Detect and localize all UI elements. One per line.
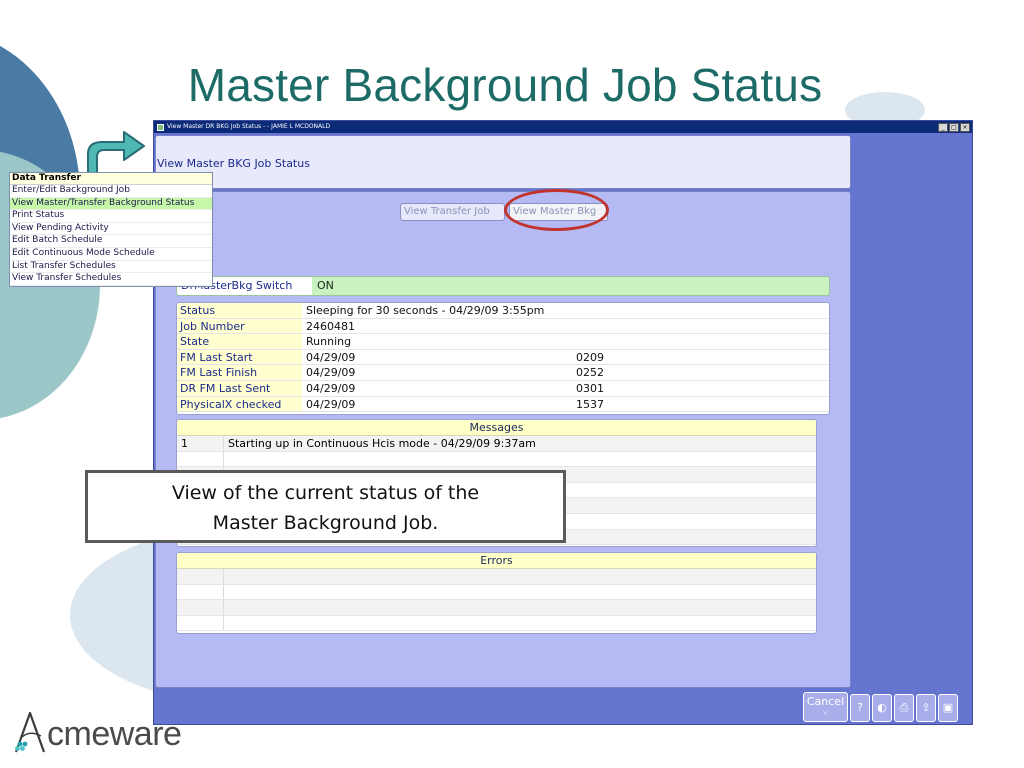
- status-value: Sleeping for 30 seconds - 04/29/09 3:55p…: [306, 304, 545, 317]
- cancel-label: Cancel: [806, 695, 845, 708]
- page-title: View Master BKG Job Status: [157, 157, 310, 170]
- footer-buttons: Cancel ✕ ? ◐ ⎙ ⇪ ▣: [803, 692, 958, 722]
- status-value: 04/29/09: [306, 381, 356, 395]
- list-item[interactable]: [177, 615, 816, 632]
- table-row: Job Number 2460481: [177, 318, 829, 335]
- menu-item-list-schedules[interactable]: List Transfer Schedules: [10, 261, 212, 274]
- list-item[interactable]: [177, 451, 816, 468]
- curved-arrow-icon: [87, 131, 145, 177]
- cancel-button[interactable]: Cancel ✕: [803, 692, 848, 722]
- switch-row: DrMasterBkg Switch ON: [176, 276, 830, 296]
- status-value: 2460481: [306, 319, 355, 333]
- table-row: Status Sleeping for 30 seconds - 04/29/09…: [177, 303, 829, 319]
- status-label: DR FM Last Sent: [177, 380, 302, 396]
- errors-header: Errors: [177, 553, 816, 569]
- status-value: Running: [306, 335, 352, 349]
- menu-item-print-status[interactable]: Print Status: [10, 210, 212, 223]
- status-value: 04/29/09: [306, 397, 356, 411]
- errors-rows: [177, 569, 816, 632]
- message-text: Starting up in Continuous Hcis mode - 04…: [228, 437, 536, 450]
- data-transfer-menu: Data Transfer Enter/Edit Background Job …: [9, 172, 213, 287]
- list-item[interactable]: [177, 584, 816, 601]
- list-item[interactable]: [177, 569, 816, 585]
- help-button[interactable]: ?: [850, 694, 870, 722]
- status-extra: 0252: [576, 366, 604, 380]
- status-value: 04/29/09: [306, 350, 356, 364]
- logo-a-icon: [14, 711, 46, 753]
- callout-line-2: Master Background Job.: [212, 512, 439, 534]
- menu-item-view-schedules[interactable]: View Transfer Schedules: [10, 273, 212, 286]
- status-label: Status: [177, 303, 302, 318]
- highlight-oval: [504, 189, 609, 231]
- table-row: FM Last Finish 04/29/09 0252: [177, 365, 829, 381]
- status-label: FM Last Start: [177, 349, 302, 365]
- callout-line-1: View of the current status of the: [171, 482, 480, 504]
- status-extra: 0301: [576, 381, 604, 395]
- status-label: PhysicalX checked: [177, 396, 302, 412]
- slide-title: Master Background Job Status: [187, 59, 823, 111]
- print-icon[interactable]: ⎙: [894, 694, 914, 722]
- logo-text: cmeware: [47, 715, 182, 753]
- contrast-icon[interactable]: ◐: [872, 694, 892, 722]
- view-transfer-job-button[interactable]: View Transfer Job: [400, 203, 505, 221]
- menu-item-enter-edit-job[interactable]: Enter/Edit Background Job: [10, 185, 212, 198]
- menu-item-view-pending[interactable]: View Pending Activity: [10, 223, 212, 236]
- close-icon[interactable]: ×: [960, 122, 970, 132]
- header-panel: View Master BKG Job Status: [155, 135, 851, 189]
- status-extra: 1537: [576, 397, 604, 411]
- acmeware-logo: cmeware: [13, 710, 182, 754]
- table-row: PhysicalX checked 04/29/09 1537: [177, 396, 829, 413]
- status-extra: 0209: [576, 350, 604, 364]
- message-number: 1: [177, 436, 224, 451]
- screen-icon[interactable]: ▣: [938, 694, 958, 722]
- app-icon: [157, 123, 164, 131]
- window-title: View Master DR BKG Job Status - - JAMIE …: [167, 123, 331, 130]
- list-item[interactable]: [177, 600, 816, 616]
- minimize-icon[interactable]: _: [938, 122, 948, 132]
- status-extra: [572, 319, 576, 334]
- table-row: DR FM Last Sent 04/29/09 0301: [177, 380, 829, 397]
- menu-item-view-master-status[interactable]: View Master/Transfer Background Status: [10, 197, 212, 211]
- status-value: 04/29/09: [306, 366, 356, 380]
- switch-value: ON: [317, 279, 334, 292]
- status-extra: [572, 303, 576, 318]
- table-row: State Running: [177, 334, 829, 350]
- messages-header: Messages: [177, 420, 816, 436]
- menu-header: Data Transfer: [10, 173, 212, 185]
- slide: Master Background Job Status View Master…: [0, 0, 1024, 768]
- table-row: FM Last Start 04/29/09 0209: [177, 349, 829, 366]
- status-label: State: [177, 334, 302, 349]
- window-titlebar: View Master DR BKG Job Status - - JAMIE …: [154, 121, 972, 133]
- content-panel: View Transfer Job View Master Bkg DrMast…: [155, 189, 851, 688]
- status-label: Job Number: [177, 318, 302, 334]
- export-icon[interactable]: ⇪: [916, 694, 936, 722]
- errors-grid: Errors: [176, 552, 817, 634]
- status-label: FM Last Finish: [177, 365, 302, 380]
- status-table: Status Sleeping for 30 seconds - 04/29/09…: [176, 302, 830, 415]
- app-window: View Master DR BKG Job Status - - JAMIE …: [153, 120, 973, 725]
- menu-item-edit-batch[interactable]: Edit Batch Schedule: [10, 235, 212, 248]
- maximize-icon[interactable]: □: [949, 122, 959, 132]
- list-item[interactable]: 1 Starting up in Continuous Hcis mode - 0…: [177, 436, 816, 452]
- cancel-x-icon: ✕: [822, 709, 829, 718]
- status-extra: [572, 334, 576, 349]
- menu-item-edit-continuous[interactable]: Edit Continuous Mode Schedule: [10, 248, 212, 261]
- window-controls: _ □ ×: [938, 122, 970, 132]
- callout-box: View of the current status of the Master…: [85, 470, 566, 543]
